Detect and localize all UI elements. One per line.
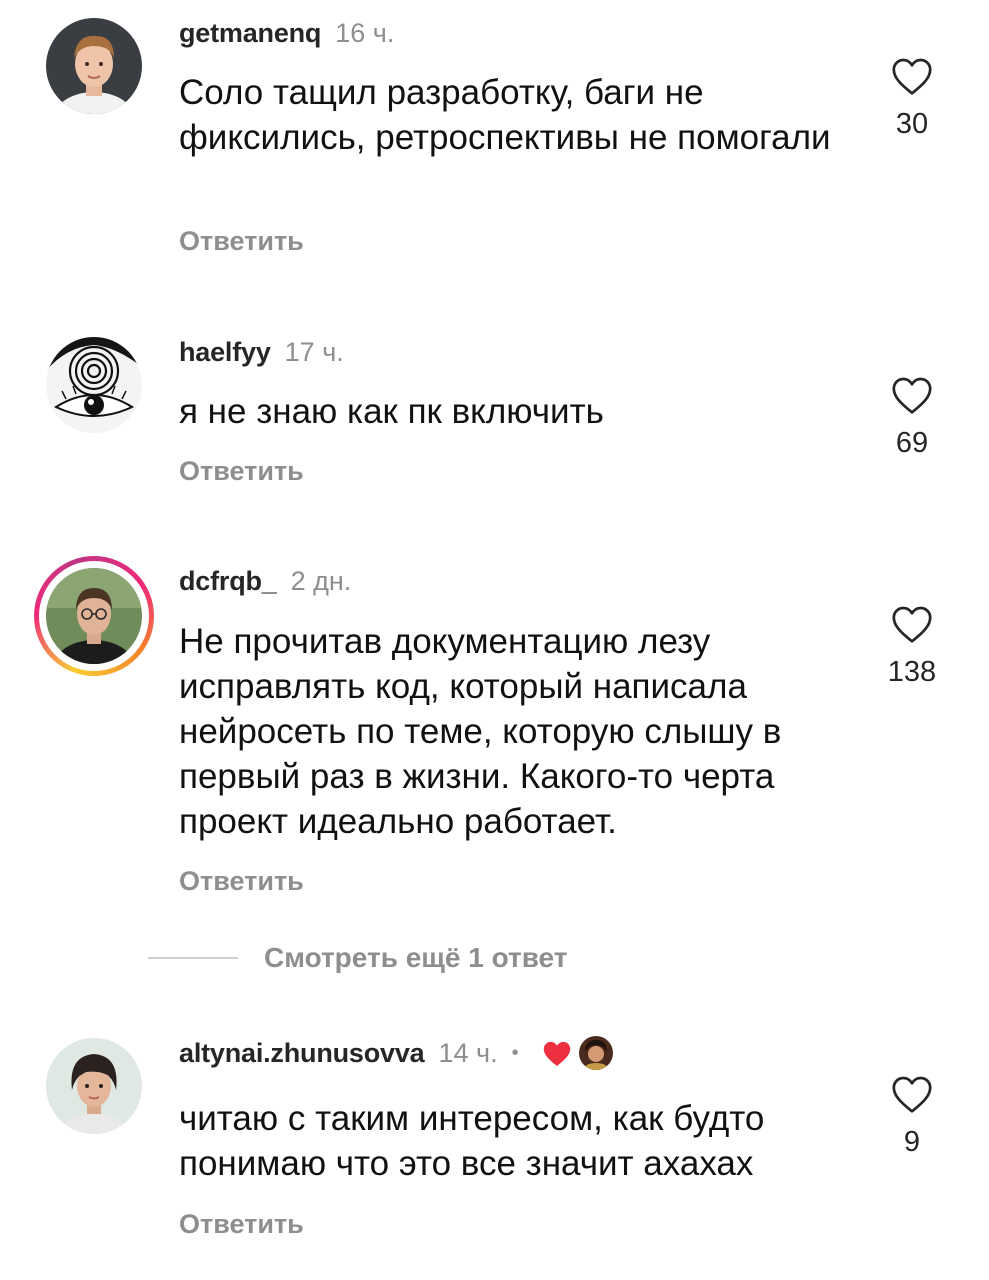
creator-avatar	[578, 1036, 613, 1070]
like-count: 138	[887, 656, 937, 688]
separator-dot: •	[511, 1041, 519, 1064]
avatar[interactable]	[46, 568, 142, 664]
comment-text: Не прочитав документацию лезу исправлять…	[179, 622, 782, 841]
like-count: 9	[903, 1126, 921, 1158]
liked-by-creator	[541, 1036, 613, 1070]
avatar[interactable]	[46, 337, 142, 433]
like-button[interactable]: 9	[880, 1074, 944, 1159]
divider	[148, 957, 238, 959]
username[interactable]: altynai.zhunusovva	[179, 1038, 425, 1069]
avatar[interactable]	[46, 1038, 142, 1134]
comment-text: Соло тащил разработку, баги не фиксились…	[179, 73, 831, 157]
reply-button[interactable]: Ответить	[179, 866, 304, 897]
username[interactable]: getmanenq	[179, 18, 321, 49]
view-more-replies[interactable]: Смотреть ещё 1 ответ	[148, 942, 567, 974]
story-ring[interactable]	[34, 556, 154, 676]
reply-button[interactable]: Ответить	[179, 1209, 304, 1240]
timestamp: 14 ч.	[438, 1037, 498, 1068]
like-button[interactable]: 30	[880, 56, 944, 141]
heart-outline-icon[interactable]	[890, 604, 934, 644]
like-count: 69	[895, 427, 929, 459]
username[interactable]: haelfyy	[179, 337, 271, 368]
heart-outline-icon[interactable]	[890, 56, 934, 96]
heart-filled-icon	[543, 1041, 570, 1066]
comment-text: я не знаю как пк включить	[179, 392, 604, 431]
timestamp: 2 дн.	[290, 566, 352, 596]
comment-text: читаю с таким интересом, как будто поним…	[179, 1099, 765, 1183]
like-button[interactable]: 69	[880, 375, 944, 460]
like-count: 30	[895, 108, 929, 140]
username[interactable]: dcfrqb_	[179, 566, 277, 597]
reply-button[interactable]: Ответить	[179, 456, 304, 487]
like-button[interactable]: 138	[880, 604, 944, 689]
avatar[interactable]	[46, 18, 142, 114]
heart-outline-icon[interactable]	[890, 1074, 934, 1114]
timestamp: 16 ч.	[335, 18, 395, 48]
view-more-label[interactable]: Смотреть ещё 1 ответ	[264, 942, 567, 974]
reply-button[interactable]: Ответить	[179, 226, 304, 257]
heart-outline-icon[interactable]	[890, 375, 934, 415]
timestamp: 17 ч.	[284, 337, 344, 367]
